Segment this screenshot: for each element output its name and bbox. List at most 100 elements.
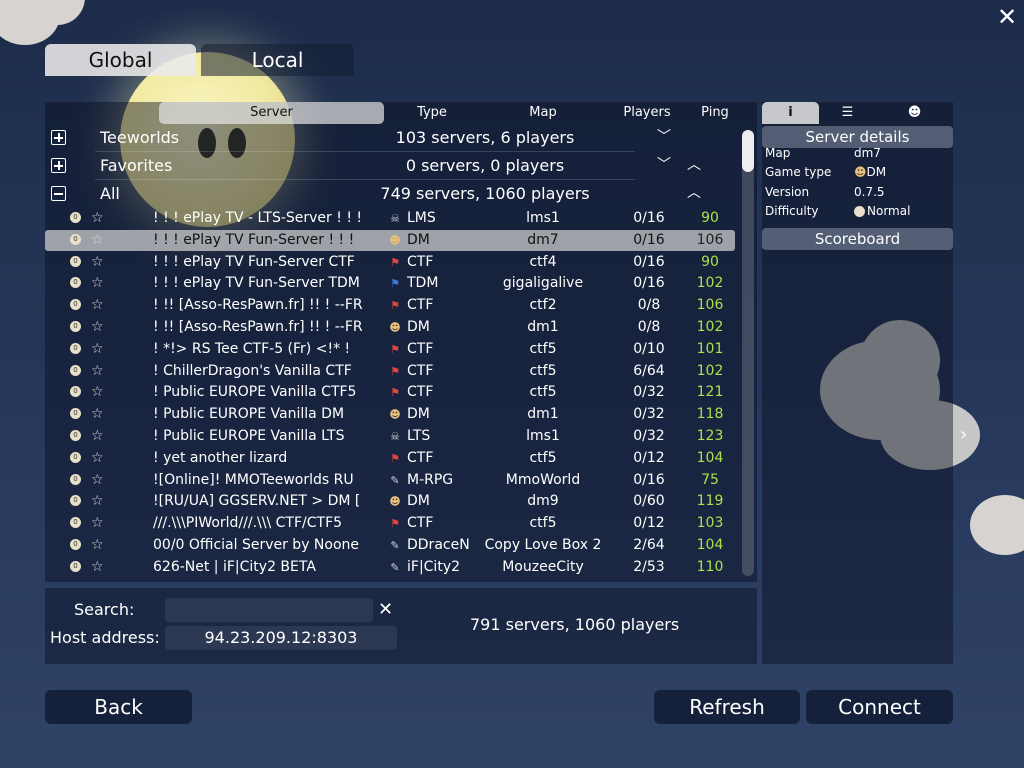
- favorite-star-icon[interactable]: ☆: [91, 361, 104, 382]
- group-stats: 0 servers, 0 players: [405, 156, 565, 175]
- favorite-star-icon[interactable]: ☆: [91, 557, 104, 578]
- favorite-star-icon[interactable]: ☆: [91, 535, 104, 556]
- server-row[interactable]: 0 ☆ ! ChillerDragon's Vanilla CTF ⚑ CTF ctf5 6…: [45, 361, 735, 382]
- scrollbar-thumb[interactable]: [742, 130, 754, 172]
- server-row[interactable]: 0 ☆ ![RU/UA] GGSERV.NET > DM [☻ DM dm9 0/60 11…: [45, 491, 735, 512]
- clear-search-icon[interactable]: ✕: [378, 599, 393, 620]
- favorite-star-icon[interactable]: ☆: [91, 491, 104, 512]
- favorite-star-icon[interactable]: ☆: [91, 404, 104, 425]
- server-row[interactable]: 0 ☆ ! *!> RS Tee CTF-5 (Fr) <!* ! ⚑ CTF ctf5 0…: [45, 339, 735, 360]
- server-row[interactable]: 0 ☆ ![Online]! MMOTeeworlds RU ✎ M-RPG MmoWor…: [45, 470, 735, 491]
- version-icon: 0: [70, 364, 81, 376]
- game-type: DM: [407, 231, 430, 248]
- favorite-star-icon[interactable]: ☆: [91, 513, 104, 534]
- map-name: ctf5: [529, 362, 557, 379]
- favorite-star-icon[interactable]: ☆: [91, 470, 104, 491]
- server-name: 626-Net | iF|City2 BETA: [153, 558, 316, 575]
- group-favorites[interactable]: Favorites 0 servers, 0 players ﹀ ︿: [45, 152, 735, 179]
- player-count: 0/32: [633, 428, 665, 444]
- detail-gametype-value: DM: [866, 165, 887, 179]
- column-header-map[interactable]: Map: [500, 102, 586, 124]
- connect-button[interactable]: Connect: [806, 690, 953, 724]
- version-icon: 0: [70, 560, 81, 572]
- chevron-up-icon[interactable]: ︿: [687, 152, 701, 179]
- server-row[interactable]: 0 ☆ ! !! [Asso-ResPawn.fr] !! ! --FR ☻ DM dm1…: [45, 317, 735, 338]
- server-row[interactable]: 0 ☆ 626-Net | iF|City2 BETA ✎ iF|City2 Mouzee…: [45, 557, 735, 578]
- column-header-players[interactable]: Players: [615, 102, 679, 124]
- expand-icon[interactable]: [51, 130, 66, 145]
- game-type: LMS: [407, 210, 436, 226]
- favorite-star-icon[interactable]: ☆: [91, 295, 104, 316]
- column-header-type[interactable]: Type: [395, 102, 469, 124]
- tee-icon: ☻: [389, 408, 401, 422]
- info-tab[interactable]: i: [762, 102, 819, 124]
- favorite-star-icon[interactable]: ☆: [91, 448, 104, 469]
- friends-tab[interactable]: ☻: [886, 102, 943, 124]
- server-row[interactable]: 0 ☆ ! Public EUROPE Vanilla LTS ☠ LTS lms1 0/3…: [45, 426, 735, 447]
- game-type: CTF: [407, 297, 434, 314]
- column-header-ping[interactable]: Ping: [690, 102, 740, 124]
- scoreboard-title: Scoreboard: [762, 228, 953, 250]
- mod-icon: ✎: [390, 473, 400, 487]
- chevron-down-icon[interactable]: ﹀: [657, 124, 671, 151]
- version-icon: 0: [70, 408, 81, 420]
- server-list-tab[interactable]: ☰: [819, 102, 876, 124]
- server-row[interactable]: 0 ☆ ! ! ! ePlay TV Fun-Server ! ! ! ☻ DM dm7 0…: [45, 229, 735, 251]
- server-row[interactable]: 0 ☆ ! Public EUROPE Vanilla CTF5 ⚑ CTF ctf5 0/…: [45, 382, 735, 403]
- group-name: Favorites: [100, 156, 173, 175]
- map-name: ctf4: [529, 253, 557, 270]
- player-count: 0/16: [633, 471, 665, 488]
- server-row[interactable]: 0 ☆ 00/0 Official Server by Noone ✎ DDraceN C…: [45, 535, 735, 556]
- server-row[interactable]: 0 ☆ ! ! ! ePlay TV Fun-Server TDM ⚑ TDM gigal…: [45, 273, 735, 294]
- server-row[interactable]: 0 ☆ ! yet another lizard ⚑ CTF ctf5 0/12 104: [45, 448, 735, 469]
- version-icon: 0: [70, 233, 81, 245]
- favorite-star-icon[interactable]: ☆: [91, 208, 104, 229]
- player-count: 0/12: [633, 515, 665, 532]
- chevron-down-icon[interactable]: ﹀: [657, 152, 671, 179]
- scrollbar-track[interactable]: [742, 130, 754, 576]
- chevron-right-icon[interactable]: ›: [960, 424, 967, 445]
- list-icon: ☰: [841, 105, 854, 120]
- server-name: ! ! ! ePlay TV Fun-Server TDM: [153, 275, 360, 292]
- group-teeworlds[interactable]: Teeworlds 103 servers, 6 players ﹀: [45, 124, 735, 151]
- collapse-icon[interactable]: [51, 186, 66, 201]
- close-icon[interactable]: ✕: [996, 5, 1018, 29]
- flag-icon: ⚑: [390, 386, 400, 400]
- player-count: 0/12: [633, 449, 665, 466]
- game-type: DM: [407, 406, 430, 423]
- favorite-star-icon[interactable]: ☆: [91, 317, 104, 338]
- column-header-server[interactable]: Server: [159, 102, 384, 124]
- map-name: gigaligalive: [502, 275, 584, 292]
- ping-value: 101: [696, 340, 724, 357]
- player-count: 0/32: [633, 384, 665, 401]
- back-button[interactable]: Back: [45, 690, 192, 724]
- search-input[interactable]: [165, 598, 373, 622]
- server-name: ! ! ! ePlay TV Fun-Server ! ! !: [153, 231, 355, 248]
- game-type: CTF: [407, 362, 434, 379]
- expand-icon[interactable]: [51, 158, 66, 173]
- server-row[interactable]: 0 ☆ ! Public EUROPE Vanilla DM ☻ DM dm1 0/32 11…: [45, 404, 735, 425]
- tdm-icon: ⚑: [390, 277, 400, 291]
- player-count: 0/60: [633, 493, 665, 510]
- favorite-star-icon[interactable]: ☆: [91, 230, 104, 251]
- refresh-button[interactable]: Refresh: [654, 690, 800, 724]
- server-row[interactable]: 0 ☆ ! ! ! ePlay TV - LTS-Server ! ! ! ☠ LMS l…: [45, 208, 735, 229]
- game-type: CTF: [407, 340, 434, 357]
- version-icon: 0: [70, 299, 81, 311]
- favorite-star-icon[interactable]: ☆: [91, 382, 104, 403]
- server-row[interactable]: 0 ☆ ! ! ! ePlay TV Fun-Server CTF ⚑ CTF ctf4 0…: [45, 252, 735, 273]
- tab-global[interactable]: Global: [45, 44, 196, 76]
- server-row[interactable]: 0 ☆ ! !! [Asso-ResPawn.fr] !! ! --FR ⚑ CTF ct…: [45, 295, 735, 316]
- chevron-up-icon[interactable]: ︿: [687, 180, 701, 207]
- group-all[interactable]: All 749 servers, 1060 players ︿: [45, 180, 735, 207]
- map-name: lms1: [526, 210, 560, 226]
- server-row[interactable]: 0 ☆ ///.\\\PIWorld///.\\\ CTF/CTF5 ⚑ CTF ctf5…: [45, 513, 735, 534]
- ping-value: 90: [701, 210, 719, 226]
- map-name: ctf5: [529, 515, 557, 532]
- favorite-star-icon[interactable]: ☆: [91, 273, 104, 294]
- favorite-star-icon[interactable]: ☆: [91, 426, 104, 447]
- favorite-star-icon[interactable]: ☆: [91, 339, 104, 360]
- favorite-star-icon[interactable]: ☆: [91, 252, 104, 273]
- host-address-input[interactable]: 94.23.209.12:8303: [165, 626, 397, 650]
- tab-local[interactable]: Local: [201, 44, 354, 76]
